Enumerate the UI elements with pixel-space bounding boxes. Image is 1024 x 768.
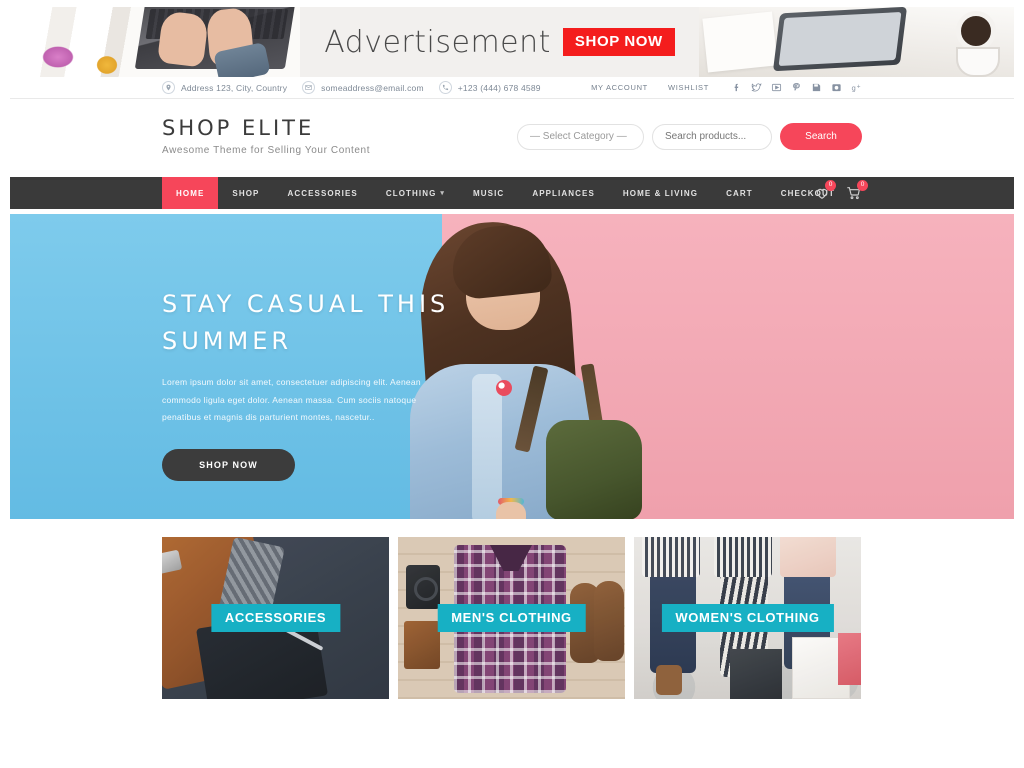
category-banner-womens-clothing[interactable]: WOMEN'S CLOTHING: [634, 537, 861, 699]
wishlist-link[interactable]: WISHLIST: [658, 83, 719, 92]
ad-center-panel: Advertisement SHOP NOW: [300, 7, 699, 77]
nav-item-home-living[interactable]: HOME & LIVING: [609, 177, 712, 209]
category-banner-mens-clothing[interactable]: MEN'S CLOTHING: [398, 537, 625, 699]
cart-badge: 0: [857, 180, 868, 191]
model-backpack: [546, 420, 642, 519]
youtube-icon[interactable]: [771, 82, 782, 93]
phone-icon: [438, 81, 452, 94]
hero-shop-now-button[interactable]: SHOP NOW: [162, 448, 295, 481]
ad-shop-now-button[interactable]: SHOP NOW: [562, 28, 675, 56]
wishlist-heart-icon[interactable]: 0: [814, 180, 836, 201]
svg-text:g: g: [851, 84, 856, 92]
nav-item-cart[interactable]: CART: [712, 177, 767, 209]
instagram-icon[interactable]: [831, 82, 842, 93]
category-label-mens-clothing: MEN'S CLOTHING: [437, 604, 586, 632]
phone-item: +123 (444) 678 4589: [438, 81, 541, 94]
nav-item-accessories[interactable]: ACCESSORIES: [273, 177, 371, 209]
chevron-down-icon: ▾: [440, 190, 446, 197]
hero-text-block: STAY CASUAL THIS SUMMER Lorem ipsum dolo…: [162, 286, 462, 481]
address-item: Address 123, City, Country: [162, 81, 287, 94]
account-links-group: MY ACCOUNT WISHLIST g +: [581, 82, 862, 93]
search-button[interactable]: Search: [780, 123, 862, 150]
cart-icon[interactable]: 0: [846, 180, 868, 201]
paper-graphic: [702, 11, 778, 73]
nav-item-music[interactable]: MUSIC: [459, 177, 518, 209]
advertisement-banner[interactable]: Advertisement SHOP NOW: [10, 7, 1014, 77]
ad-photo-tablet-desk: [699, 7, 1014, 77]
model-jacket-pin: [496, 380, 512, 396]
nav-item-list: HOME SHOP ACCESSORIES CLOTHING ▾ MUSIC A…: [162, 177, 849, 209]
phone-text: +123 (444) 678 4589: [457, 82, 541, 93]
nav-utility-icons: 0 0: [814, 177, 868, 209]
category-label-womens-clothing: WOMEN'S CLOTHING: [661, 604, 834, 632]
category-select[interactable]: [517, 123, 644, 150]
nav-label: CLOTHING: [385, 188, 437, 198]
nav-label: HOME & LIVING: [622, 188, 699, 198]
storefront-page: Advertisement SHOP NOW Address 123, City…: [0, 0, 1024, 768]
hand-graphic-left: [157, 10, 209, 68]
nav-label: SHOP: [232, 188, 260, 198]
top-info-bar: Address 123, City, Country someaddress@e…: [10, 77, 1014, 99]
category-label-accessories: ACCESSORIES: [210, 604, 341, 632]
category-banner-accessories[interactable]: ACCESSORIES: [162, 537, 389, 699]
email-text: someaddress@email.com: [321, 82, 424, 93]
save-icon[interactable]: [811, 82, 822, 93]
hero-description: Lorem ipsum dolor sit amet, consectetuer…: [162, 377, 421, 423]
twitter-icon[interactable]: [751, 82, 762, 93]
nav-label: MUSIC: [473, 188, 505, 198]
logo-title: SHOP ELITE: [162, 116, 315, 140]
advertisement-text: Advertisement: [324, 24, 551, 60]
social-links: g +: [719, 82, 862, 93]
svg-text:+: +: [857, 84, 862, 90]
contact-info-group: Address 123, City, Country someaddress@e…: [162, 81, 541, 94]
location-pin-icon: [162, 81, 175, 94]
nav-label: ACCESSORIES: [287, 188, 358, 198]
coffee-cup-graphic: [956, 11, 996, 51]
envelope-icon: [302, 81, 316, 94]
nav-item-clothing[interactable]: CLOTHING ▾: [372, 177, 459, 209]
ad-photo-laptop-desk: [10, 7, 300, 77]
main-navigation: HOME SHOP ACCESSORIES CLOTHING ▾ MUSIC A…: [10, 177, 1014, 209]
logo-tagline: Awesome Theme for Selling Your Content: [162, 145, 371, 156]
nav-item-home[interactable]: HOME: [162, 177, 219, 209]
tablet-graphic: [772, 7, 908, 72]
pinterest-icon[interactable]: [791, 82, 802, 93]
nav-label: APPLIANCES: [532, 188, 595, 198]
google-plus-icon[interactable]: g +: [851, 82, 862, 93]
nav-label: CART: [726, 188, 753, 198]
my-account-link[interactable]: MY ACCOUNT: [581, 83, 658, 92]
nav-item-appliances[interactable]: APPLIANCES: [518, 177, 609, 209]
brand-header: SHOP ELITE Awesome Theme for Selling You…: [10, 99, 1014, 174]
hero-title: STAY CASUAL THIS SUMMER: [162, 290, 450, 356]
email-item[interactable]: someaddress@email.com: [302, 81, 424, 94]
mug-graphic: [956, 47, 1000, 77]
facebook-icon[interactable]: [731, 82, 742, 93]
search-input[interactable]: [652, 123, 772, 150]
site-logo[interactable]: SHOP ELITE Awesome Theme for Selling You…: [162, 116, 370, 156]
nav-label: HOME: [176, 188, 205, 198]
nav-item-shop[interactable]: SHOP: [218, 177, 273, 209]
category-banner-row: ACCESSORIES MEN'S CLOTHING WOMEN'S CLOTH…: [162, 537, 862, 699]
model-hand: [496, 502, 526, 519]
hero-slider: STAY CASUAL THIS SUMMER Lorem ipsum dolo…: [10, 214, 1014, 519]
address-text: Address 123, City, Country: [181, 82, 288, 93]
product-search-form: Search: [517, 123, 862, 150]
wishlist-badge: 0: [825, 180, 836, 191]
